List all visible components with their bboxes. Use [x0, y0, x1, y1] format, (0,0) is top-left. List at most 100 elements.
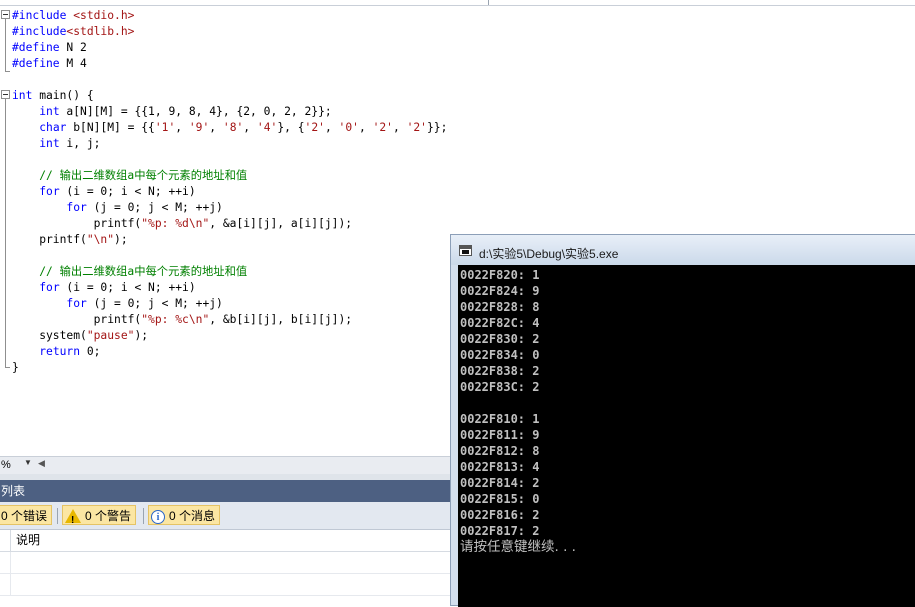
string-token: "\n": [86, 233, 115, 246]
toolbar-separator: [143, 508, 144, 524]
code-line[interactable]: printf("\n");: [12, 232, 447, 248]
tab-divider: [488, 0, 489, 5]
code-token: printf(: [12, 217, 142, 230]
console-line: 0022F83C: 2: [460, 380, 540, 394]
string-token: "pause": [86, 329, 135, 342]
table-row: [0, 552, 450, 574]
code-token: );: [114, 233, 128, 246]
code-line[interactable]: }: [12, 360, 447, 376]
keyword-token: for: [66, 297, 87, 310]
column-divider: [10, 552, 11, 573]
console-line: 0022F838: 2: [460, 364, 540, 378]
code-token: ,: [243, 121, 257, 134]
code-token: }, {: [277, 121, 305, 134]
messages-filter-button[interactable]: i 0 个消息: [148, 505, 221, 525]
keyword-token: int: [39, 105, 60, 118]
code-token: }};: [426, 121, 448, 134]
code-token: system(: [12, 329, 87, 342]
code-line[interactable]: // 输出二维数组a中每个元素的地址和值: [12, 264, 447, 280]
console-line: 0022F816: 2: [460, 508, 540, 522]
console-line: 0022F815: 0: [460, 492, 540, 506]
code-line[interactable]: for (i = 0; i < N; ++i): [12, 280, 447, 296]
console-window[interactable]: d:\实验5\Debug\实验5.exe 0022F820: 1 0022F824…: [450, 234, 915, 607]
code-line[interactable]: #define M 4: [12, 56, 447, 72]
code-token: printf(: [12, 233, 87, 246]
column-divider[interactable]: [10, 530, 11, 551]
code-line[interactable]: char b[N][M] = {{'1', '9', '8', '4'}, {'…: [12, 120, 447, 136]
editor-zoom-bar: % ▼ ◀: [0, 456, 450, 474]
keyword-token: return: [39, 345, 81, 358]
outline-end: [5, 71, 10, 72]
code-token: a[N][M] = {{1, 9, 8, 4}, {2, 0, 2, 2}};: [59, 105, 332, 118]
code-token: N 2: [59, 41, 87, 54]
collapse-include-icon[interactable]: [1, 10, 10, 19]
code-token: main() {: [32, 89, 94, 102]
console-output-area[interactable]: 0022F820: 1 0022F824: 9 0022F828: 8 0022F82…: [458, 265, 915, 607]
code-line[interactable]: for (j = 0; j < M; ++j): [12, 296, 447, 312]
code-line[interactable]: // 输出二维数组a中每个元素的地址和值: [12, 168, 447, 184]
warnings-filter-button[interactable]: 0 个警告: [62, 505, 137, 531]
errors-filter-button[interactable]: 0 个错误: [0, 505, 53, 525]
string-token: "%p: %c\n": [141, 313, 210, 326]
string-token: "%p: %d\n": [141, 217, 210, 230]
console-line: 0022F820: 1: [460, 268, 540, 282]
string-token: <stdlib.h>: [66, 25, 135, 38]
code-line[interactable]: [12, 248, 447, 264]
code-line[interactable]: printf("%p: %c\n", &b[i][j], b[i][j]);: [12, 312, 447, 328]
collapse-main-icon[interactable]: [1, 90, 10, 99]
code-line[interactable]: #include<stdlib.h>: [12, 24, 447, 40]
source-code[interactable]: #include <stdio.h> #include<stdlib.h> #def…: [12, 8, 447, 376]
code-line[interactable]: [12, 152, 447, 168]
string-token: '8': [222, 121, 244, 134]
scroll-left-icon[interactable]: ◀: [38, 458, 45, 469]
comment-token: // 输出二维数组a中每个元素的地址和值: [39, 265, 248, 278]
console-line: 0022F810: 1: [460, 412, 540, 426]
code-line[interactable]: for (i = 0; i < N; ++i): [12, 184, 447, 200]
console-line: 0022F812: 8: [460, 444, 540, 458]
description-column-header[interactable]: 说明: [16, 530, 40, 551]
console-title-bar[interactable]: d:\实验5\Debug\实验5.exe: [451, 235, 915, 265]
zoom-dropdown-icon[interactable]: ▼: [24, 458, 32, 467]
code-line[interactable]: int i, j;: [12, 136, 447, 152]
code-line[interactable]: #include <stdio.h>: [12, 8, 447, 24]
console-pause-prompt: 请按任意键继续. . .: [460, 539, 576, 555]
code-line[interactable]: int a[N][M] = {{1, 9, 8, 4}, {2, 0, 2, 2…: [12, 104, 447, 120]
console-output: 0022F820: 1 0022F824: 9 0022F828: 8 0022F82…: [460, 267, 576, 555]
keyword-token: char: [39, 121, 67, 134]
info-icon: i: [151, 509, 165, 524]
code-line[interactable]: [12, 72, 447, 88]
messages-filter-label: 0 个消息: [169, 509, 216, 523]
code-line[interactable]: int main() {: [12, 88, 447, 104]
code-line[interactable]: for (j = 0; j < M; ++j): [12, 200, 447, 216]
preprocessor-token: #define: [12, 57, 60, 70]
console-title: d:\实验5\Debug\实验5.exe: [479, 247, 619, 261]
string-token: '9': [188, 121, 210, 134]
comment-token: // 输出二维数组a中每个元素的地址和值: [39, 169, 248, 182]
preprocessor-token: #include: [12, 25, 67, 38]
string-token: '4': [256, 121, 278, 134]
code-token: i, j;: [59, 137, 101, 150]
outline-end: [5, 367, 10, 368]
preprocessor-token: #define: [12, 41, 60, 54]
code-token: printf(: [12, 313, 142, 326]
code-token: );: [134, 329, 149, 342]
code-line[interactable]: printf("%p: %d\n", &a[i][j], a[i][j]);: [12, 216, 447, 232]
string-token: '2': [406, 121, 427, 134]
zoom-level[interactable]: %: [1, 459, 11, 471]
code-token: (i = 0; i < N; ++i): [59, 185, 196, 198]
code-token: ,: [175, 121, 189, 134]
code-line[interactable]: #define N 2: [12, 40, 447, 56]
code-line[interactable]: return 0;: [12, 344, 447, 360]
error-list-column-header[interactable]: 说明: [0, 530, 450, 552]
console-app-icon[interactable]: [459, 245, 472, 256]
code-token: , &a[i][j], a[i][j]);: [209, 217, 353, 230]
code-token: ,: [392, 121, 407, 134]
console-line: 0022F828: 8: [460, 300, 540, 314]
code-line[interactable]: system("pause");: [12, 328, 447, 344]
